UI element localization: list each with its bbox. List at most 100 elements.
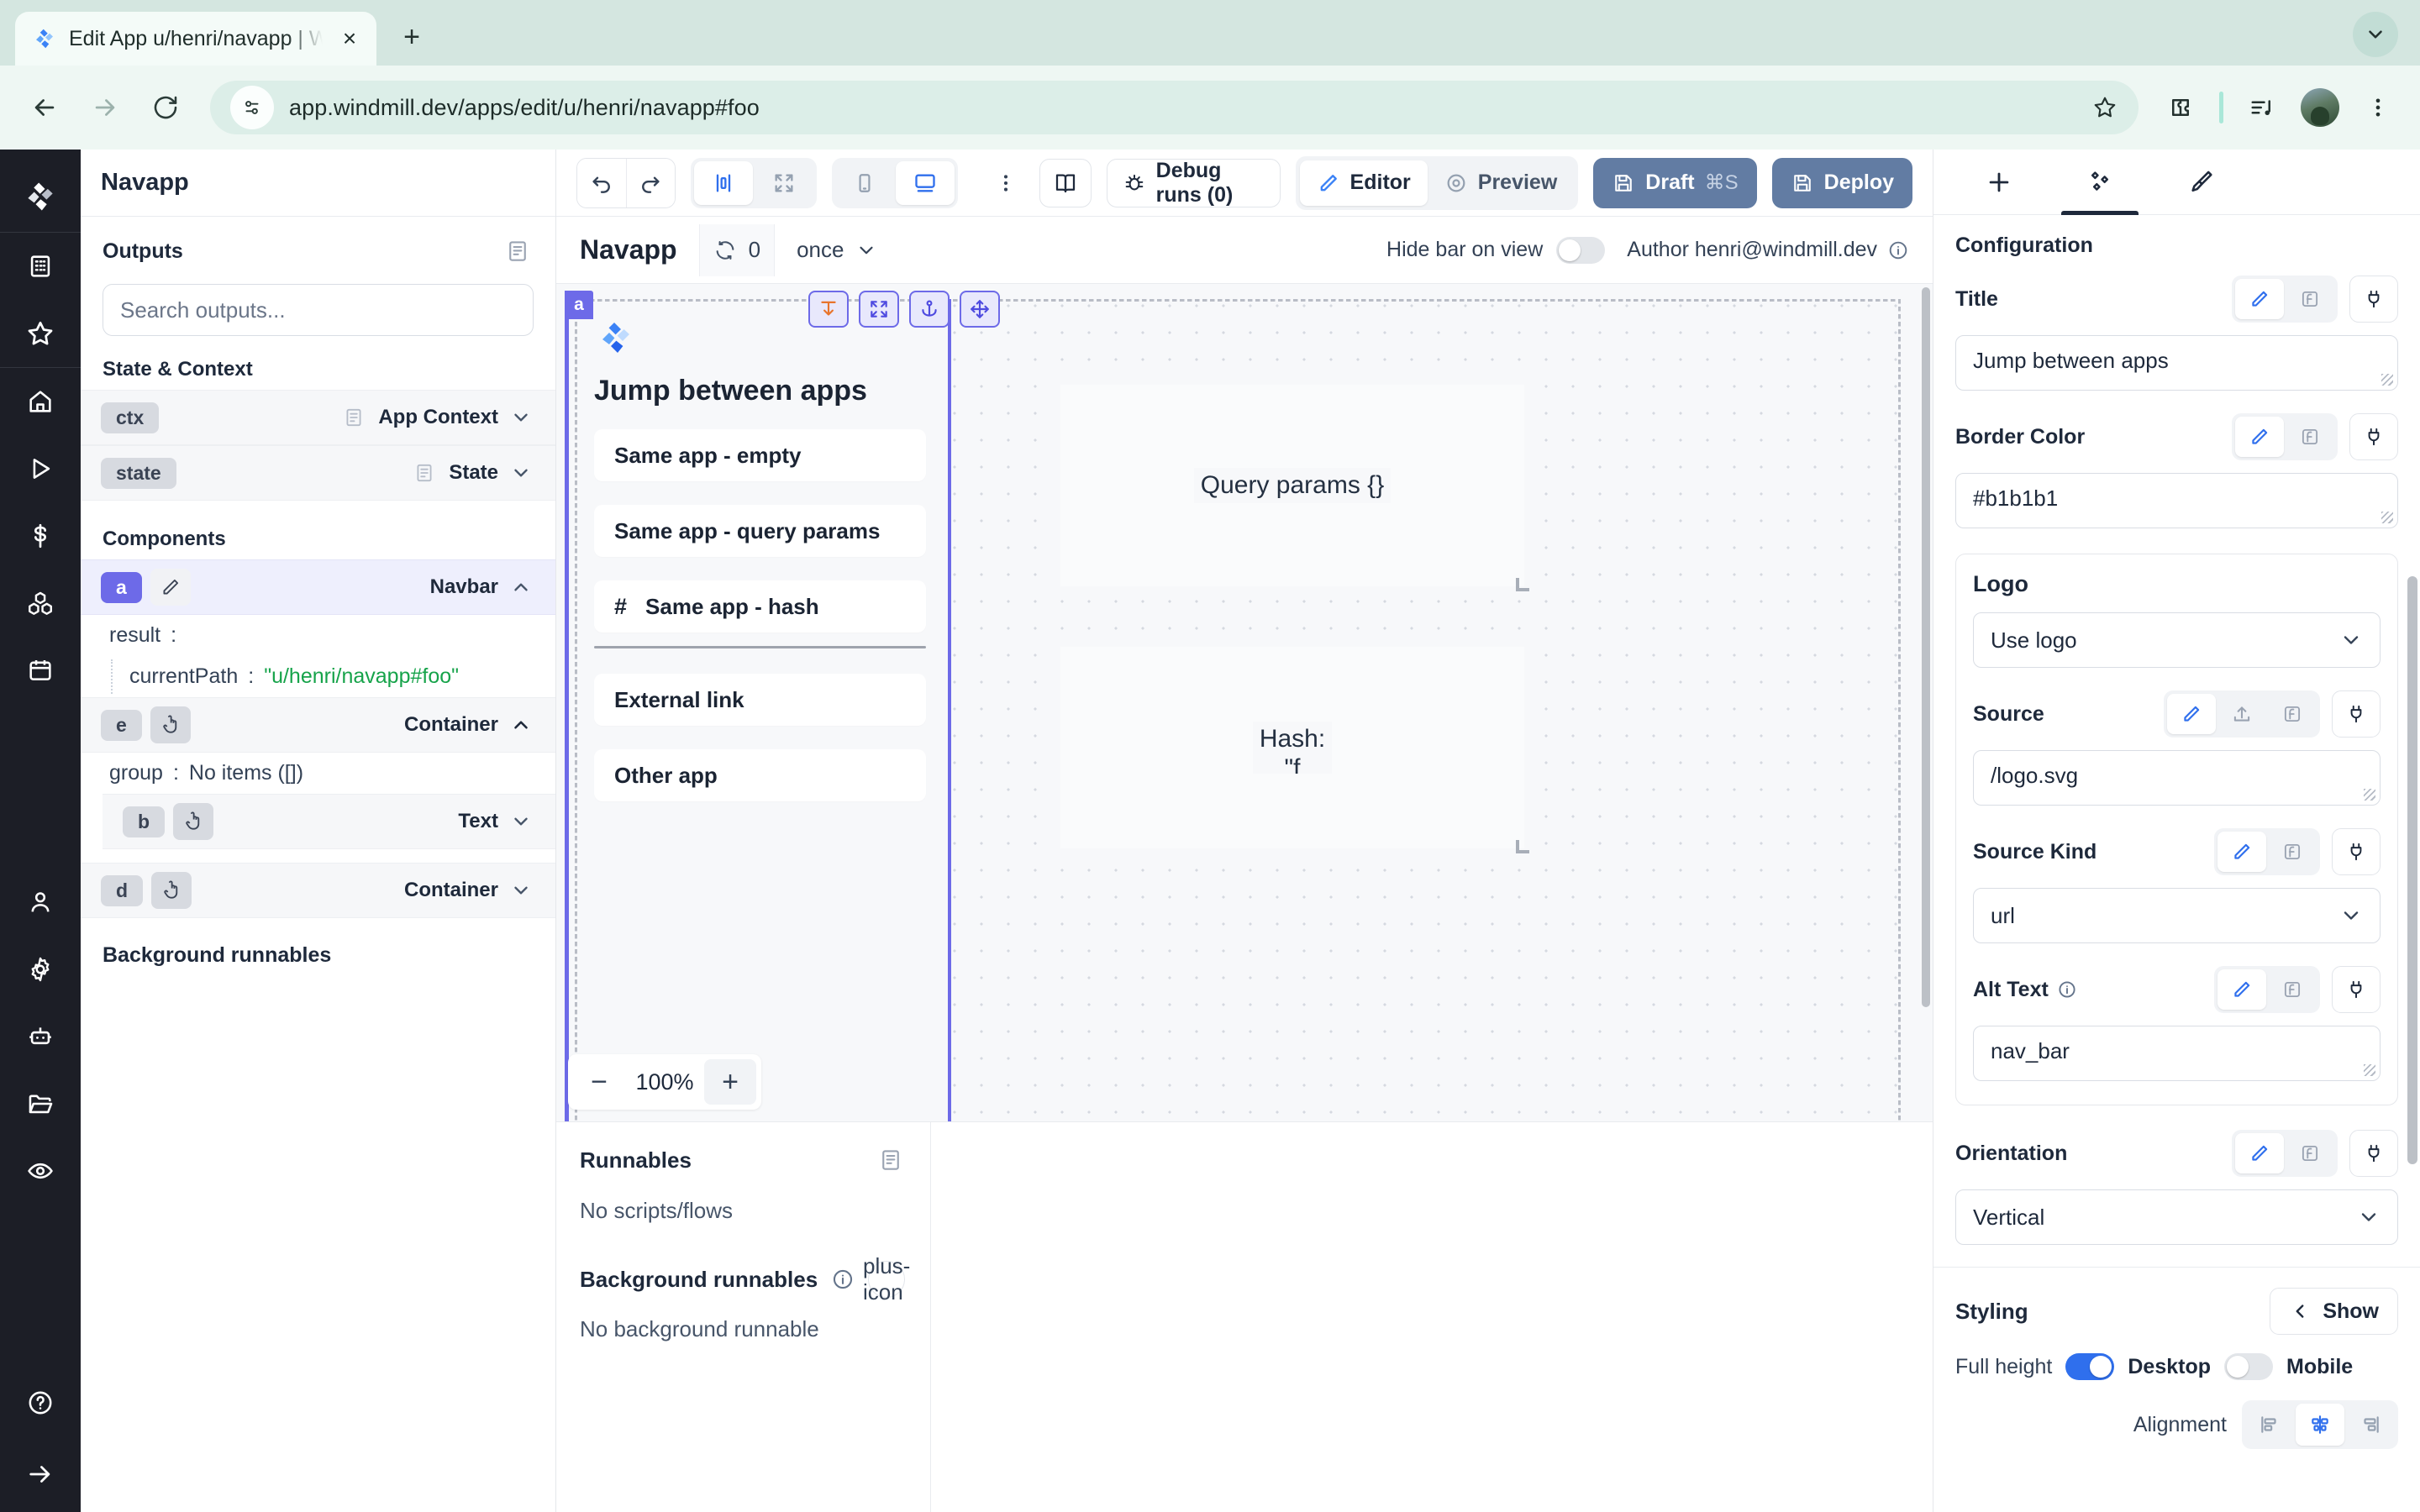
plug-icon[interactable] <box>2332 966 2381 1013</box>
variables-dollar-icon[interactable] <box>0 502 81 570</box>
field-source-kind-select[interactable]: url <box>1973 888 2381 943</box>
use-logo-select[interactable]: Use logo <box>1973 612 2381 668</box>
help-question-icon[interactable] <box>0 1369 81 1436</box>
align-right-icon[interactable] <box>2346 1404 2395 1446</box>
pointer-icon[interactable] <box>150 706 191 743</box>
component-row-e[interactable]: e Container <box>81 697 555 753</box>
windmill-logo[interactable] <box>0 161 81 232</box>
info-icon[interactable] <box>831 1268 855 1291</box>
expand-icon[interactable] <box>755 161 813 205</box>
profile-avatar[interactable] <box>2301 88 2339 127</box>
field-border-color-input[interactable]: #b1b1b1 <box>1955 473 2398 528</box>
refresh-count-box[interactable]: 0 <box>699 224 775 276</box>
redo-icon[interactable] <box>626 159 675 207</box>
expand-icon[interactable] <box>859 291 899 328</box>
styling-tab[interactable] <box>2150 150 2251 215</box>
query-params-card[interactable]: Query params {} <box>1060 385 1524 586</box>
users-icon[interactable] <box>0 869 81 936</box>
workers-robot-icon[interactable] <box>0 1003 81 1070</box>
chrome-menu-icon[interactable] <box>2354 84 2402 131</box>
tab-close-icon[interactable]: × <box>334 24 365 54</box>
field-alt-text-input[interactable]: nav_bar <box>1973 1026 2381 1081</box>
function-icon[interactable] <box>2286 1133 2334 1173</box>
settings-gear-icon[interactable] <box>0 936 81 1003</box>
navbar-item-same-app-query-params[interactable]: Same app - query params <box>594 505 926 557</box>
audit-eye-icon[interactable] <box>0 1137 81 1205</box>
pointer-icon[interactable] <box>151 872 192 909</box>
align-center-icon[interactable] <box>2296 1404 2344 1446</box>
move-down-icon[interactable] <box>808 291 849 328</box>
plug-icon[interactable] <box>2349 413 2398 460</box>
tab-preview[interactable]: Preview <box>1428 160 1575 206</box>
styling-show-button[interactable]: Show <box>2270 1288 2398 1335</box>
search-outputs-input[interactable] <box>103 284 534 336</box>
move-icon[interactable] <box>960 291 1000 328</box>
media-icon[interactable] <box>2238 84 2286 131</box>
navbar-item-same-app-empty[interactable]: Same app - empty <box>594 429 926 481</box>
component-row-b[interactable]: b Text <box>103 794 555 849</box>
tab-editor[interactable]: Editor <box>1300 160 1428 206</box>
info-icon[interactable] <box>1887 239 1909 261</box>
forward-icon[interactable] <box>79 81 131 134</box>
runs-play-icon[interactable] <box>0 435 81 502</box>
reload-icon[interactable] <box>139 81 192 134</box>
pencil-icon[interactable] <box>2217 832 2266 872</box>
home-icon[interactable] <box>0 368 81 435</box>
mobile-toggle[interactable] <box>2224 1353 2273 1380</box>
function-icon[interactable] <box>2268 832 2317 872</box>
collapse-arrow-icon[interactable] <box>0 1436 81 1512</box>
function-icon[interactable] <box>2268 694 2317 734</box>
component-row-d[interactable]: d Container <box>81 863 555 918</box>
favorites-star-icon[interactable] <box>0 300 81 367</box>
plug-icon[interactable] <box>2349 1130 2398 1177</box>
anchor-icon[interactable] <box>909 291 950 328</box>
navbar-component[interactable]: Jump between apps Same app - empty Same … <box>569 299 951 1121</box>
card-resize-handle-icon[interactable] <box>1516 578 1529 591</box>
docs-button[interactable] <box>1039 159 1091 207</box>
pencil-icon[interactable] <box>150 569 191 606</box>
pencil-icon[interactable] <box>2235 279 2284 319</box>
desktop-toggle[interactable] <box>2065 1353 2114 1380</box>
card-resize-handle-icon[interactable] <box>1516 840 1529 853</box>
resources-cubes-icon[interactable] <box>0 570 81 637</box>
chevron-up-icon[interactable] <box>507 573 535 601</box>
extensions-icon[interactable] <box>2157 84 2204 131</box>
more-vertical-icon[interactable] <box>988 160 1025 207</box>
pencil-icon[interactable] <box>2235 1133 2284 1173</box>
add-component-tab[interactable] <box>1949 150 2049 215</box>
chevron-down-icon[interactable] <box>507 403 535 432</box>
settings-scrollbar[interactable] <box>2407 576 2417 1164</box>
navbar-item-external-link[interactable]: External link <box>594 674 926 726</box>
field-orientation-select[interactable]: Vertical <box>1955 1189 2398 1245</box>
chevron-down-icon[interactable] <box>507 459 535 487</box>
zoom-out-button[interactable]: − <box>573 1059 625 1105</box>
back-icon[interactable] <box>18 81 71 134</box>
bookmark-star-icon[interactable] <box>2081 84 2128 131</box>
navbar-item-same-app-hash[interactable]: # Same app - hash <box>594 580 926 633</box>
page-info-icon[interactable] <box>230 86 274 129</box>
function-icon[interactable] <box>2268 969 2317 1010</box>
chevron-down-icon[interactable] <box>507 876 535 905</box>
pencil-icon[interactable] <box>2235 417 2284 457</box>
list-icon[interactable] <box>502 235 534 267</box>
selection-tag[interactable]: a <box>565 291 593 319</box>
output-row-ctx[interactable]: ctx App Context <box>81 390 555 445</box>
output-row-state[interactable]: state State <box>81 445 555 501</box>
component-row-a[interactable]: a Navbar <box>81 559 555 615</box>
schedules-calendar-icon[interactable] <box>0 637 81 704</box>
plug-icon[interactable] <box>2349 276 2398 323</box>
pencil-icon[interactable] <box>2167 694 2216 734</box>
hide-bar-toggle[interactable] <box>1556 237 1605 264</box>
field-source-input[interactable]: /logo.svg <box>1973 750 2381 806</box>
component-settings-tab[interactable] <box>2049 150 2150 215</box>
chevron-down-icon[interactable] <box>507 807 535 836</box>
chevron-up-icon[interactable] <box>507 711 535 739</box>
debug-runs-button[interactable]: Debug runs (0) <box>1107 159 1281 207</box>
zoom-in-button[interactable]: + <box>704 1059 756 1105</box>
undo-icon[interactable] <box>577 159 626 207</box>
mobile-icon[interactable] <box>835 161 894 205</box>
deploy-button[interactable]: Deploy <box>1772 158 1912 208</box>
pencil-icon[interactable] <box>2217 969 2266 1010</box>
pointer-icon[interactable] <box>173 803 213 840</box>
canvas-scrollbar[interactable] <box>1919 284 1933 1122</box>
